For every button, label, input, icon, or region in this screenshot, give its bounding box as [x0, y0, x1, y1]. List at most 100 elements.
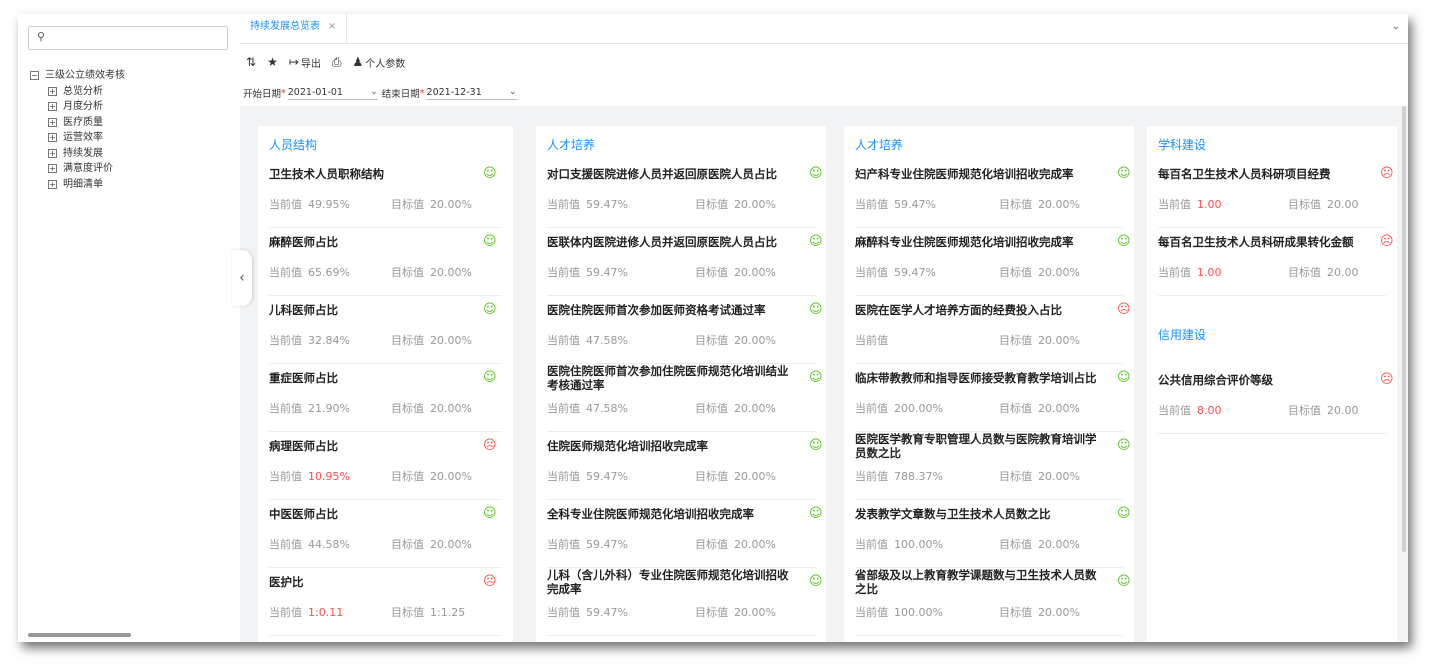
indicator-item[interactable]: 临床带教教师和指导医师接受教育教学培训占比 ☺ 当前值 200.00% 目标值 20.00… — [855, 364, 1131, 432]
indicator-values: 当前值 1.00 目标值 20.00 — [1158, 196, 1386, 212]
card-title: 人才培养 — [855, 138, 904, 152]
indicator-item[interactable]: 医护比 ☹ 当前值 1:0.11 目标值 1:1.25 — [269, 568, 502, 636]
indicator-item[interactable]: 麻醉科专业住院医师规范化培训招收完成率 ☺ 当前值 59.47% 目标值 20.00% — [855, 228, 1131, 296]
print-icon[interactable]: ⎙ — [332, 55, 342, 70]
indicator-item[interactable]: 省部级及以上教育教学课题数与卫生技术人员数之比 ☺ 当前值 100.00% 目标值 20.… — [855, 568, 1131, 636]
indicator-values: 当前值 59.47% 目标值 20.00% — [547, 536, 815, 552]
target-label: 目标值 — [391, 402, 424, 415]
indicator-item[interactable]: 妇产科专业住院医师规范化培训招收完成率 ☺ 当前值 59.47% 目标值 20.00% — [855, 160, 1131, 228]
indicator-values: 当前值 788.37% 目标值 20.00% — [855, 468, 1123, 484]
target-group: 目标值 20.00% — [695, 400, 776, 416]
collapse-icon[interactable]: − — [30, 71, 39, 81]
tab-sustainable-overview[interactable]: 持续发展总览表 × — [240, 14, 348, 44]
indicator-item[interactable]: 病理医师占比 ☹ 当前值 10.95% 目标值 20.00% — [269, 432, 502, 500]
expand-icon[interactable]: + — [48, 117, 57, 127]
tree-item-root[interactable]: − 三级公立绩效考核 — [30, 68, 125, 84]
indicator-item[interactable]: 每百名卫生技术人员科研成果转化金额 ☹ 当前值 1.00 目标值 20.00 — [1158, 228, 1394, 296]
target-label: 目标值 — [1288, 266, 1321, 279]
current-label: 当前值 — [855, 402, 888, 415]
indicator-values: 当前值 47.58% 目标值 20.00% — [547, 400, 815, 416]
tree-item-child[interactable]: + 月度分析 — [30, 99, 125, 115]
close-icon[interactable]: × — [328, 21, 336, 32]
indicator-values: 当前值 32.84% 目标值 20.00% — [269, 332, 502, 348]
vertical-scrollbar[interactable] — [1402, 106, 1406, 552]
current-value: 65.69% — [308, 266, 350, 279]
indicator-item[interactable]: 医院在医学人才培养方面的经费投入占比 ☹ 当前值 目标值 20.00% — [855, 296, 1131, 364]
indicator-item[interactable]: 医联体内医院进修人员并返回原医院人员占比 ☺ 当前值 59.47% 目标值 20.00% — [547, 228, 823, 296]
current-value: 59.47% — [894, 266, 936, 279]
current-value: 44.58% — [308, 538, 350, 551]
start-date-value: 2021-01-01 — [287, 86, 343, 98]
user-settings-icon: ♟ — [352, 55, 364, 69]
smile-icon: ☺ — [1117, 438, 1131, 453]
personal-params-button[interactable]: ♟ 个人参数 — [353, 55, 406, 70]
expand-icon[interactable]: + — [48, 179, 57, 189]
target-group: 目标值 20.00% — [999, 604, 1080, 620]
target-label: 目标值 — [999, 334, 1032, 347]
indicator-item[interactable]: 每百名卫生技术人员科研项目经费 ☹ 当前值 1.00 目标值 20.00 — [1158, 160, 1394, 228]
indicator-item[interactable]: 对口支援医院进修人员并返回原医院人员占比 ☺ 当前值 59.47% 目标值 20.00% — [547, 160, 823, 228]
indicator-item[interactable]: 医院住院医师首次参加医师资格考试通过率 ☺ 当前值 47.58% 目标值 20.00% — [547, 296, 823, 364]
indicator-item[interactable]: 儿科医师占比 ☺ 当前值 32.84% 目标值 20.00% — [269, 296, 502, 364]
expand-icon[interactable]: + — [48, 133, 57, 143]
tree-item-child[interactable]: + 医疗质量 — [30, 115, 125, 131]
indicator-item[interactable]: 公共信用综合评价等级 ☹ 当前值 8.00 目标值 20.00 — [1158, 366, 1394, 434]
tree-item-child[interactable]: + 明细清单 — [30, 177, 125, 193]
chevron-down-icon[interactable]: ⌄ — [1392, 21, 1400, 32]
target-group: 目标值 20.00% — [695, 196, 776, 212]
target-group: 目标值 20.00% — [391, 468, 472, 484]
current-value: 47.58% — [586, 402, 628, 415]
indicator-values: 当前值 200.00% 目标值 20.00% — [855, 400, 1123, 416]
current-label: 当前值 — [269, 606, 302, 619]
current-label: 当前值 — [269, 334, 302, 347]
tree-item-child[interactable]: + 持续发展 — [30, 146, 125, 162]
tree-item-label: 持续发展 — [63, 147, 103, 159]
indicator-name: 重症医师占比 — [269, 371, 338, 385]
start-date-select[interactable]: 2021-01-01 ⌄ — [287, 86, 378, 100]
target-label: 目标值 — [391, 606, 424, 619]
end-date-select[interactable]: 2021-12-31 ⌄ — [426, 86, 517, 100]
target-label: 目标值 — [999, 198, 1032, 211]
current-value: 1.00 — [1197, 266, 1222, 279]
indicator-item[interactable]: 医院住院医师首次参加住院医师规范化培训结业考核通过率 ☺ 当前值 47.58% 目标值 2… — [547, 364, 823, 432]
tree-item-child[interactable]: + 运营效率 — [30, 130, 125, 146]
expand-icon[interactable]: + — [48, 164, 57, 174]
indicator-name: 儿科医师占比 — [269, 303, 338, 317]
target-value: 20.00% — [1038, 198, 1080, 211]
current-label: 当前值 — [855, 470, 888, 483]
end-date-value: 2021-12-31 — [426, 86, 482, 98]
indicator-item[interactable]: 重症医师占比 ☺ 当前值 21.90% 目标值 20.00% — [269, 364, 502, 432]
target-group: 目标值 20.00 — [1288, 402, 1359, 418]
indicator-item[interactable]: 麻醉医师占比 ☺ 当前值 65.69% 目标值 20.00% — [269, 228, 502, 296]
indicator-item[interactable]: 中医医师占比 ☺ 当前值 44.58% 目标值 20.00% — [269, 500, 502, 568]
horizontal-scrollbar[interactable] — [28, 633, 131, 637]
current-value: 10.95% — [308, 470, 350, 483]
search-input[interactable]: ⚲ — [28, 26, 228, 50]
current-label: 当前值 — [855, 606, 888, 619]
collapse-sidebar-button[interactable]: ‹ — [232, 250, 252, 306]
export-button[interactable]: ↦ 导出 — [289, 55, 321, 70]
frown-icon: ☹ — [483, 574, 497, 589]
expand-icon[interactable]: + — [48, 102, 57, 112]
tree-item-child[interactable]: + 满意度评价 — [30, 161, 125, 177]
filter-bar: 开始日期 * 2021-01-01 ⌄ 结束日期 * 2021-12-31 ⌄ — [240, 80, 1408, 106]
current-value: 200.00% — [894, 402, 943, 415]
current-label: 当前值 — [855, 198, 888, 211]
expand-icon[interactable]: + — [48, 148, 57, 158]
target-label: 目标值 — [999, 402, 1032, 415]
indicator-item[interactable]: 卫生技术人员职称结构 ☺ 当前值 49.95% 目标值 20.00% — [269, 160, 502, 228]
indicator-item[interactable]: 住院医师规范化培训招收完成率 ☺ 当前值 59.47% 目标值 20.00% — [547, 432, 823, 500]
refresh-icon[interactable]: ⇅ — [246, 55, 256, 69]
target-label: 目标值 — [999, 538, 1032, 551]
tree-item-child[interactable]: + 总览分析 — [30, 84, 125, 100]
indicator-item[interactable]: 发表教学文章数与卫生技术人员数之比 ☺ 当前值 100.00% 目标值 20.00% — [855, 500, 1131, 568]
star-icon[interactable]: ★ — [267, 55, 278, 69]
indicator-item[interactable]: 儿科（含儿外科）专业住院医师规范化培训招收完成率 ☺ 当前值 59.47% 目标值 20.… — [547, 568, 823, 636]
indicator-item[interactable]: 医院医学教育专职管理人员数与医院教育培训学员数之比 ☺ 当前值 788.37% 目标值 2… — [855, 432, 1131, 500]
frown-icon: ☹ — [1380, 234, 1394, 249]
indicator-values: 当前值 59.47% 目标值 20.00% — [547, 468, 815, 484]
indicator-item[interactable]: 全科专业住院医师规范化培训招收完成率 ☺ 当前值 59.47% 目标值 20.00% — [547, 500, 823, 568]
current-label: 当前值 — [855, 538, 888, 551]
expand-icon[interactable]: + — [48, 86, 57, 96]
current-label: 当前值 — [547, 334, 580, 347]
